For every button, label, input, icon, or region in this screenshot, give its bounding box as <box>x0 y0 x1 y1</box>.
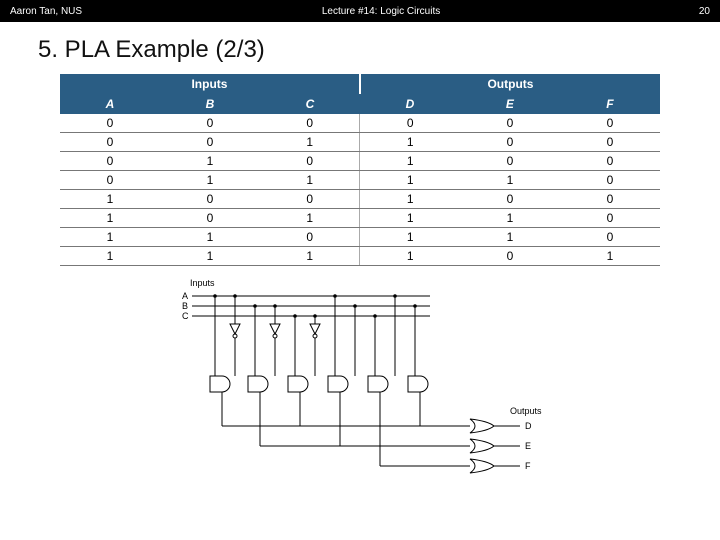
cell: 1 <box>160 228 260 247</box>
cell: 1 <box>360 133 460 152</box>
cell: 0 <box>60 152 160 171</box>
cell: 0 <box>60 133 160 152</box>
cell: 1 <box>60 190 160 209</box>
cell: 1 <box>360 228 460 247</box>
cell: 0 <box>560 133 660 152</box>
cell: 0 <box>260 228 360 247</box>
cell: 0 <box>560 171 660 190</box>
cell: 1 <box>260 209 360 228</box>
table-row: 001100 <box>60 133 660 152</box>
cell: 0 <box>60 171 160 190</box>
cell: 0 <box>60 114 160 133</box>
cell: 0 <box>160 209 260 228</box>
slide-header-bar: Aaron Tan, NUS Lecture #14: Logic Circui… <box>0 0 720 22</box>
table-row: 000000 <box>60 114 660 133</box>
cell: 0 <box>560 114 660 133</box>
cell: 0 <box>460 190 560 209</box>
or-gates <box>470 419 520 473</box>
cell: 0 <box>460 133 560 152</box>
truth-table-wrap: Inputs Outputs A B C D E F 0000000011000… <box>0 74 720 266</box>
cell: 0 <box>160 190 260 209</box>
sig-A: A <box>182 291 188 301</box>
col-B: B <box>160 94 260 114</box>
col-C: C <box>260 94 360 114</box>
cell: 0 <box>460 247 560 266</box>
truth-table: Inputs Outputs A B C D E F 0000000011000… <box>60 74 660 266</box>
cell: 1 <box>260 171 360 190</box>
cell: 0 <box>560 228 660 247</box>
and-gates <box>210 376 428 392</box>
cell: 1 <box>460 171 560 190</box>
table-row: 110110 <box>60 228 660 247</box>
cell: 1 <box>360 247 460 266</box>
cell: 0 <box>560 152 660 171</box>
and-plane-grid <box>215 296 415 376</box>
page-title: 5. PLA Example (2/3) <box>0 22 720 74</box>
cell: 1 <box>360 209 460 228</box>
out-D: D <box>525 421 532 431</box>
cell: 0 <box>460 114 560 133</box>
cell: 1 <box>160 247 260 266</box>
cell: 1 <box>160 152 260 171</box>
col-D: D <box>360 94 460 114</box>
lecture-title: Lecture #14: Logic Circuits <box>82 6 680 17</box>
cell: 0 <box>360 114 460 133</box>
outputs-label: Outputs <box>510 406 542 416</box>
pla-diagram: Inputs A B C <box>170 276 550 476</box>
cell: 1 <box>60 228 160 247</box>
cell: 1 <box>460 228 560 247</box>
cell: 1 <box>60 247 160 266</box>
cell: 0 <box>560 209 660 228</box>
cell: 0 <box>260 152 360 171</box>
author-text: Aaron Tan, NUS <box>10 6 82 17</box>
cell: 0 <box>460 152 560 171</box>
page-number: 20 <box>680 6 710 17</box>
cell: 1 <box>360 171 460 190</box>
table-row: 010100 <box>60 152 660 171</box>
cell: 0 <box>160 114 260 133</box>
cell: 1 <box>360 152 460 171</box>
sig-C: C <box>182 311 189 321</box>
sig-B: B <box>182 301 188 311</box>
cell: 1 <box>260 133 360 152</box>
outputs-band: Outputs <box>360 74 660 94</box>
cell: 0 <box>160 133 260 152</box>
cell: 1 <box>360 190 460 209</box>
inputs-label: Inputs <box>190 278 215 288</box>
cell: 1 <box>60 209 160 228</box>
table-row: 101110 <box>60 209 660 228</box>
or-plane <box>222 392 470 466</box>
out-E: E <box>525 441 531 451</box>
col-E: E <box>460 94 560 114</box>
cell: 0 <box>260 190 360 209</box>
table-row: 111101 <box>60 247 660 266</box>
out-F: F <box>525 461 531 471</box>
cell: 0 <box>260 114 360 133</box>
cell: 1 <box>460 209 560 228</box>
col-A: A <box>60 94 160 114</box>
table-row: 011110 <box>60 171 660 190</box>
col-F: F <box>560 94 660 114</box>
cell: 1 <box>560 247 660 266</box>
inputs-band: Inputs <box>60 74 360 94</box>
cell: 1 <box>160 171 260 190</box>
cell: 0 <box>560 190 660 209</box>
cell: 1 <box>260 247 360 266</box>
not-gates <box>230 296 320 346</box>
table-row: 100100 <box>60 190 660 209</box>
